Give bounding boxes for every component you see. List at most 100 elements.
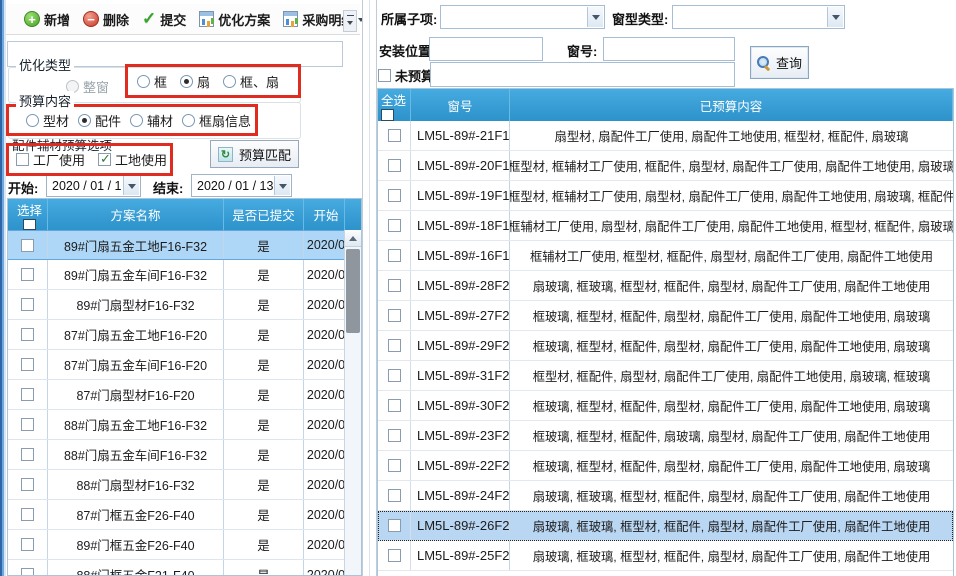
radio-option[interactable]: 框扇信息 (182, 111, 251, 130)
window-row[interactable]: LM5L-89#-25F23 扇玻璃, 框玻璃, 框型材, 框配件, 扇型材, … (378, 541, 953, 571)
window-row[interactable]: LM5L-89#-21F19 扇型材, 扇配件工厂使用, 扇配件工地使用, 框型… (378, 121, 953, 151)
window-row[interactable]: LM5L-89#-22F20 框玻璃, 框型材, 框配件, 扇型材, 扇配件工厂… (378, 451, 953, 481)
window-row-select-cell (378, 481, 411, 510)
optimize-plan-button[interactable]: 优化方案 (194, 7, 275, 32)
row-checkbox[interactable] (21, 418, 34, 431)
window-no-column-header[interactable]: 窗号 (411, 89, 510, 121)
window-row[interactable]: LM5L-89#-26F24 扇玻璃, 框玻璃, 框型材, 框配件, 扇型材, … (378, 511, 953, 541)
row-checkbox[interactable] (21, 538, 34, 551)
sub-item-dropdown-button[interactable] (587, 7, 603, 27)
plan-row[interactable]: 88#门扇型材F16-F32 是 2020/0 (8, 470, 361, 500)
install-position-input[interactable] (429, 37, 543, 61)
plan-row[interactable]: 88#门扇五金车间F16-F32 是 2020/0 (8, 440, 361, 470)
budgeted-content-column-header[interactable]: 已预算内容 (510, 89, 953, 121)
window-row[interactable]: LM5L-89#-16F15 框辅材工厂使用, 框型材, 框配件, 扇型材, 扇… (378, 241, 953, 271)
row-checkbox[interactable] (388, 429, 401, 442)
start-date-cell: 2020/0 (304, 231, 345, 259)
scroll-up-button[interactable] (345, 230, 361, 247)
window-row[interactable]: LM5L-89#-23F21 框玻璃, 框型材, 框配件, 扇玻璃, 扇型材, … (378, 421, 953, 451)
row-checkbox[interactable] (21, 508, 34, 521)
panel-splitter[interactable] (362, 0, 377, 576)
row-checkbox[interactable] (388, 549, 401, 562)
plan-row[interactable]: 87#门扇五金工地F16-F20 是 2020/0 (8, 320, 361, 350)
arrow-up-icon (349, 232, 357, 241)
toolbar-overflow-button[interactable] (343, 10, 357, 32)
scrollbar-thumb[interactable] (346, 249, 360, 333)
row-checkbox[interactable] (21, 328, 34, 341)
window-row[interactable]: LM5L-89#-24F22 扇玻璃, 框玻璃, 框型材, 框配件, 扇型材, … (378, 481, 953, 511)
delete-button[interactable]: − 删除 (78, 7, 134, 32)
row-checkbox[interactable] (21, 358, 34, 371)
budgeted-content-cell: 扇玻璃, 框玻璃, 框型材, 框配件, 扇型材, 扇配件工厂使用, 扇配件工地使… (510, 271, 953, 300)
budget-match-button[interactable]: ↻ 预算匹配 (210, 140, 299, 168)
window-no-input[interactable] (603, 37, 735, 61)
row-checkbox[interactable] (388, 249, 401, 262)
row-checkbox[interactable] (21, 388, 34, 401)
window-row[interactable]: LM5L-89#-19F17 框型材, 框辅材工厂使用, 扇型材, 扇配件工厂使… (378, 181, 953, 211)
row-checkbox[interactable] (388, 159, 401, 172)
end-date-picker[interactable]: 2020 / 01 / 13 (191, 174, 292, 197)
row-checkbox[interactable] (21, 268, 34, 281)
plan-row[interactable]: 89#门扇型材F16-F32 是 2020/0 (8, 290, 361, 320)
row-checkbox[interactable] (388, 279, 401, 292)
radio-option[interactable]: 框、扇 (223, 72, 279, 91)
plan-row-select-cell (8, 500, 48, 529)
plan-row[interactable]: 87#门扇五金车间F16-F20 是 2020/0 (8, 350, 361, 380)
window-row[interactable]: LM5L-89#-29F27 框玻璃, 框型材, 框配件, 扇型材, 扇配件工厂… (378, 331, 953, 361)
plan-row[interactable]: 89#门框五金F26-F40 是 2020/0 (8, 530, 361, 560)
row-checkbox[interactable] (388, 519, 401, 532)
row-checkbox[interactable] (388, 189, 401, 202)
row-checkbox[interactable] (388, 489, 401, 502)
radio-option[interactable]: 扇 (180, 72, 210, 91)
plan-row[interactable]: 87#门扇型材F16-F20 是 2020/0 (8, 380, 361, 410)
submit-button[interactable]: ✓ 提交 (137, 6, 191, 32)
row-checkbox[interactable] (388, 129, 401, 142)
window-type-dropdown[interactable] (672, 5, 845, 29)
radio-option[interactable]: 辅材 (130, 111, 173, 130)
select-all-checkbox[interactable] (23, 219, 36, 230)
window-row[interactable]: LM5L-89#-31F29 框型材, 框配件, 扇型材, 扇配件工厂使用, 扇… (378, 361, 953, 391)
row-checkbox[interactable] (21, 568, 34, 576)
submitted-column-header[interactable]: 是否已提交 (224, 199, 304, 230)
start-date-picker[interactable]: 2020 / 01 / 1 (46, 174, 141, 197)
end-date-dropdown-button[interactable] (274, 176, 290, 195)
plan-name-column-header[interactable]: 方案名称 (48, 199, 224, 230)
checkbox-option[interactable]: 工厂使用 (16, 150, 85, 169)
row-checkbox[interactable] (388, 459, 401, 472)
budgeted-content-cell: 扇玻璃, 框玻璃, 框型材, 框配件, 扇型材, 扇配件工厂使用, 扇配件工地使… (510, 541, 953, 570)
row-checkbox[interactable] (21, 478, 34, 491)
plan-row[interactable]: 87#门框五金F26-F40 是 2020/0 (8, 500, 361, 530)
radio-option[interactable]: 配件 (78, 111, 121, 130)
sub-item-dropdown[interactable] (440, 5, 605, 29)
row-checkbox[interactable] (388, 309, 401, 322)
sub-item-label: 所属子项: (381, 9, 437, 28)
row-checkbox[interactable] (388, 339, 401, 352)
row-checkbox[interactable] (21, 239, 34, 252)
start-column-header[interactable]: 开始 (304, 199, 345, 230)
window-row[interactable]: LM5L-89#-20F18 框型材, 框辅材工厂使用, 框配件, 扇型材, 扇… (378, 151, 953, 181)
checkbox-option[interactable]: 工地使用 (98, 150, 167, 169)
query-button[interactable]: 查询 (750, 46, 809, 79)
plan-row[interactable]: 88#门框五金F21-F40 是 2020/0 (8, 560, 361, 576)
window-row[interactable]: LM5L-89#-28F26 扇玻璃, 框玻璃, 框型材, 框配件, 扇型材, … (378, 271, 953, 301)
window-type-dropdown-button[interactable] (827, 7, 843, 27)
window-row[interactable]: LM5L-89#-27F25 框玻璃, 框型材, 框配件, 扇型材, 扇配件工厂… (378, 301, 953, 331)
row-checkbox[interactable] (21, 448, 34, 461)
plan-row-select-cell (8, 530, 48, 559)
radio-option[interactable]: 框 (137, 72, 167, 91)
row-checkbox[interactable] (21, 298, 34, 311)
unbudgeted-input[interactable] (430, 62, 735, 87)
radio-option[interactable]: 型材 (26, 111, 69, 130)
plan-row[interactable]: 89#门扇五金车间F16-F32 是 2020/0 (8, 260, 361, 290)
plan-row[interactable]: 89#门扇五金工地F16-F32 是 2020/0 (8, 230, 361, 260)
row-checkbox[interactable] (388, 399, 401, 412)
select-all-checkbox[interactable] (381, 109, 394, 121)
add-button[interactable]: + 新增 (19, 7, 75, 32)
start-date-dropdown-button[interactable] (123, 176, 139, 195)
plan-table-scrollbar[interactable] (344, 230, 361, 575)
plan-row[interactable]: 88#门扇五金工地F16-F32 是 2020/0 (8, 410, 361, 440)
window-row[interactable]: LM5L-89#-18F16 框辅材工厂使用, 扇型材, 扇配件工厂使用, 扇配… (378, 211, 953, 241)
row-checkbox[interactable] (388, 219, 401, 232)
window-row[interactable]: LM5L-89#-30F28 框玻璃, 框型材, 框配件, 扇型材, 扇配件工厂… (378, 391, 953, 421)
row-checkbox[interactable] (388, 369, 401, 382)
